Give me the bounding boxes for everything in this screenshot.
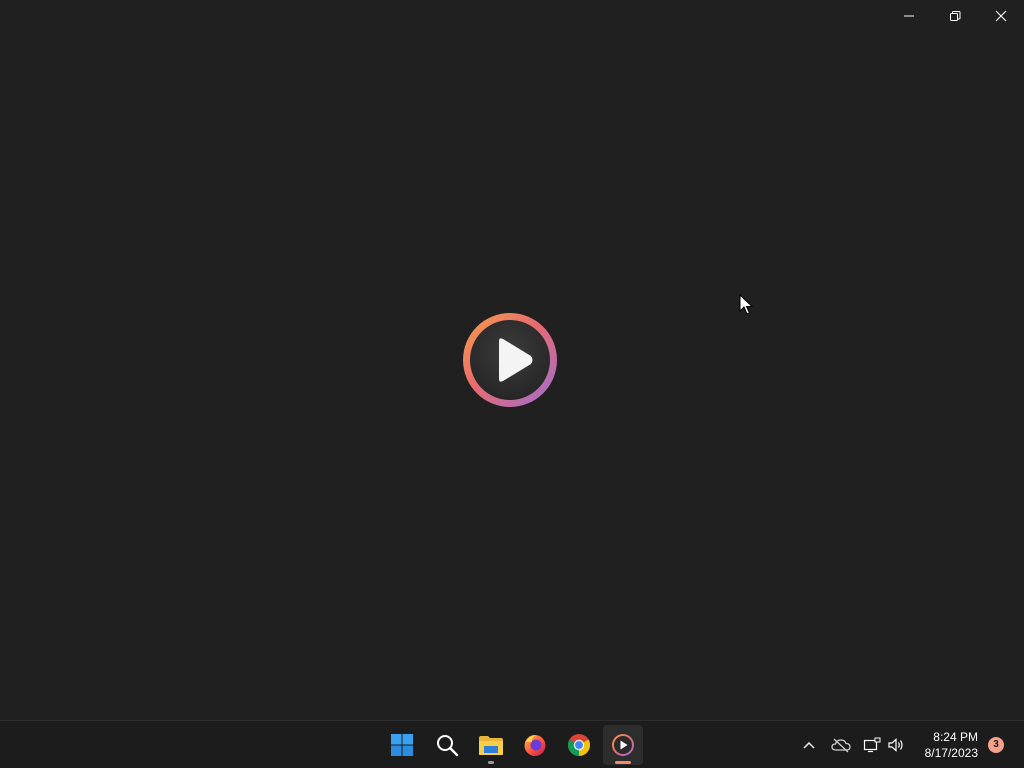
minimize-button[interactable] (886, 0, 932, 32)
search-button[interactable] (427, 725, 467, 765)
firefox-button[interactable] (515, 725, 555, 765)
file-explorer-button[interactable] (471, 725, 511, 765)
clock-date: 8/17/2023 (924, 746, 978, 760)
folder-icon (479, 736, 503, 755)
chrome-button[interactable] (559, 725, 599, 765)
volume-icon (888, 738, 903, 752)
search-icon (437, 735, 459, 757)
windows-start-icon (391, 734, 413, 756)
close-button[interactable] (978, 0, 1024, 32)
media-player-button[interactable] (603, 725, 643, 765)
media-player-window (0, 0, 1024, 720)
media-player-play-logo-icon (463, 313, 557, 407)
onedrive-offline-icon (831, 738, 851, 753)
system-clock[interactable]: 8:24 PM 8/17/2023 (910, 729, 978, 761)
mouse-pointer-icon (739, 294, 753, 315)
media-player-icon (612, 734, 634, 756)
start-button[interactable] (382, 725, 422, 765)
restore-button[interactable] (932, 0, 978, 32)
running-indicator (488, 761, 494, 764)
notification-badge[interactable]: 3 (988, 737, 1004, 753)
restore-icon (950, 10, 961, 21)
network-icon (863, 737, 881, 753)
chevron-up-icon (803, 742, 815, 749)
minimize-icon (904, 15, 914, 17)
active-indicator (615, 761, 631, 764)
close-icon (995, 10, 1007, 22)
clock-time: 8:24 PM (933, 730, 978, 744)
firefox-icon (524, 735, 546, 756)
network-button[interactable] (860, 733, 884, 757)
onedrive-button[interactable] (829, 733, 853, 757)
show-hidden-icons-button[interactable] (797, 733, 821, 757)
chrome-icon (568, 734, 590, 756)
taskbar: 8:24 PM 8/17/2023 3 (0, 720, 1024, 768)
volume-button[interactable] (884, 733, 908, 757)
